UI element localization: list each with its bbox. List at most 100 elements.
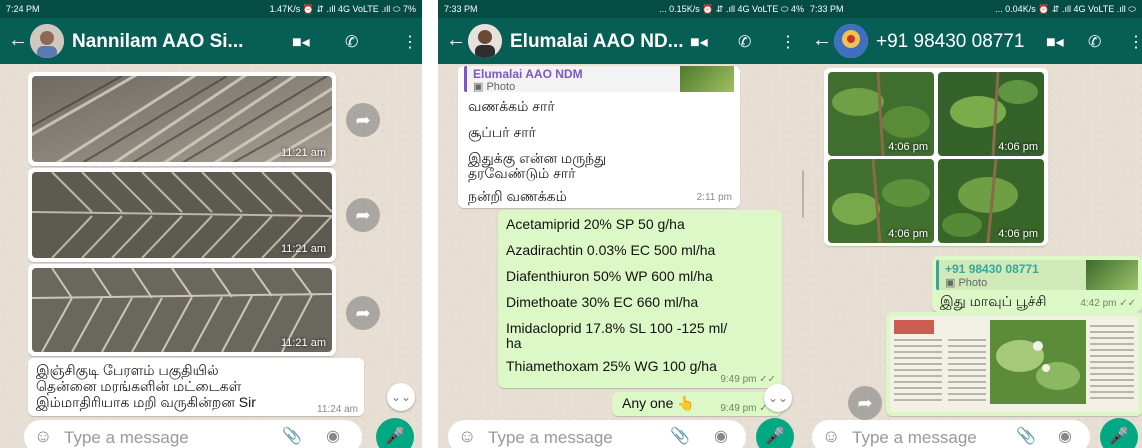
chat-header: ← +91 98430 08771 ■◂ ✆ ⋮ [804,18,1142,64]
phone-icon[interactable]: ✆ [1088,32,1101,52]
message-line: Any one 👆 [622,395,695,411]
attach-icon[interactable]: 📎 [282,426,302,446]
chat-header: ← Nannilam AAO Si... ■◂ ✆ ⋮ [0,18,422,64]
video-call-icon[interactable]: ■◂ [690,32,708,52]
text-message[interactable]: இஞ்சிகுடி பேரளம் பகுதியில் தென்னை மரங்கள… [28,358,364,416]
quoted-thumbnail [1086,260,1138,290]
quoted-thumbnail [680,66,734,92]
outgoing-message[interactable]: Acetamiprid 20% SP 50 g/ha Azadirachtin … [498,210,782,388]
forward-icon[interactable]: ➦ [346,296,380,330]
message-line: வணக்கம் சார் [468,98,555,114]
photo-time: 11:21 am [280,243,326,255]
mic-icon[interactable]: 🎤 [1100,418,1138,448]
status-bar: 7:33 PM ... 0.15K/s ⏰ ⇵ .ıll 4G VoLTE ⬭ … [438,0,810,18]
status-network: 1.47K/s ⏰ ⇵ .ıll 4G VoLTE .ıll ⬭ 7% [269,4,416,14]
message-placeholder: Type a message [852,428,977,447]
chat-title[interactable]: Elumalai AAO ND... [510,31,684,53]
quoted-photo-label: ▣ Photo [945,277,988,289]
emoji-icon[interactable]: ☺ [822,426,840,447]
avatar[interactable] [834,24,868,58]
chat-header: ← Elumalai AAO ND... ■◂ ✆ ⋮ [438,18,810,64]
forward-icon[interactable]: ➦ [346,198,380,232]
chat-panel-phone-contact: 7:33 PM ... 0.04K/s ⏰ ⇵ .ıll 4G VoLTE .ı… [804,0,1142,448]
message-time: 11:24 am [317,404,358,415]
mic-icon[interactable]: 🎤 [756,418,794,448]
photo-message[interactable]: 11:21 am [28,72,336,166]
message-input[interactable]: ☺ Type a message 📎 ◉ [24,420,362,448]
chat-title[interactable]: +91 98430 08771 [876,31,1024,53]
message-line: சூப்பர் சார் [468,124,536,140]
message-line: ha [506,335,522,351]
message-line: இது மாவுப் பூச்சி [940,293,1047,309]
photo-plant[interactable]: 4:06 pm [828,72,934,156]
emoji-icon[interactable]: ☺ [34,426,52,447]
attach-icon[interactable]: 📎 [1016,426,1036,446]
photo-time: 4:06 pm [888,141,928,153]
message-line: Imidacloprid 17.8% SL 100 -125 ml/ [506,320,728,336]
quoted-photo-label: ▣ Photo [473,81,516,93]
message-line: Thiamethoxam 25% WG 100 g/ha [506,358,717,374]
avatar[interactable] [468,24,502,58]
photo-message[interactable]: 11:21 am [28,168,336,262]
outgoing-message[interactable]: Any one 👆 9:49 pm ✓✓ [612,392,782,416]
status-time: 7:33 PM [444,4,478,14]
video-call-icon[interactable]: ■◂ [292,32,310,52]
more-vert-icon[interactable]: ⋮ [1128,32,1142,52]
photo-grid-message[interactable]: 4:06 pm 4:06 pm 4:06 pm 4:06 pm [824,68,1048,246]
scroll-down-icon[interactable]: ⌄⌄ [387,383,415,411]
status-bar: 7:24 PM 1.47K/s ⏰ ⇵ .ıll 4G VoLTE .ıll ⬭… [0,0,422,18]
back-arrow-icon[interactable]: ← [446,28,466,52]
quoted-sender: +91 98430 08771 [945,262,1039,276]
message-line: Acetamiprid 20% SP 50 g/ha [506,216,685,232]
quoted-message[interactable]: +91 98430 08771 ▣ Photo [936,260,1138,290]
photo-plant[interactable]: 4:06 pm [828,159,934,243]
photo-palm-frond[interactable]: 11:21 am [32,268,332,352]
quoted-message[interactable]: Elumalai AAO NDM ▣ Photo [464,66,734,93]
status-time: 7:33 PM [810,4,844,14]
forward-icon[interactable]: ➦ [346,103,380,137]
photo-time: 11:21 am [280,147,326,159]
outgoing-message[interactable]: +91 98430 08771 ▣ Photo இது மாவுப் பூச்ச… [932,256,1142,312]
chat-panel-nannilam: 7:24 PM 1.47K/s ⏰ ⇵ .ıll 4G VoLTE .ıll ⬭… [0,0,422,448]
camera-icon[interactable]: ◉ [326,426,340,446]
photo-palm-frond[interactable]: 11:21 am [32,172,332,258]
phone-icon[interactable]: ✆ [738,32,751,52]
message-line: Dimethoate 30% EC 660 ml/ha [506,294,699,310]
message-line: நன்றி வணக்கம் [468,188,567,204]
photo-newspaper-clipping[interactable] [890,316,1138,412]
emoji-icon[interactable]: ☺ [458,426,476,447]
text-message[interactable]: Elumalai AAO NDM ▣ Photo வணக்கம் சார் சூ… [458,66,740,208]
message-placeholder: Type a message [488,428,613,447]
scroll-down-icon[interactable]: ⌄⌄ [764,384,792,412]
photo-time: 11:21 am [280,337,326,349]
back-arrow-icon[interactable]: ← [8,28,28,52]
message-input[interactable]: ☺ Type a message 📎 ◉ [448,420,746,448]
back-arrow-icon[interactable]: ← [812,28,832,52]
photo-plant[interactable]: 4:06 pm [938,72,1044,156]
camera-icon[interactable]: ◉ [1058,426,1072,446]
photo-plant[interactable]: 4:06 pm [938,159,1044,243]
forward-icon[interactable]: ➦ [848,386,882,420]
message-line: தரவேண்டும் சார் [468,165,576,181]
status-bar: 7:33 PM ... 0.04K/s ⏰ ⇵ .ıll 4G VoLTE .ı… [804,0,1142,18]
message-input[interactable]: ☺ Type a message 📎 ◉ [812,420,1090,448]
message-line: Diafenthiuron 50% WP 600 ml/ha [506,268,713,284]
message-time: 9:49 pm ✓✓ [720,374,776,385]
photo-message[interactable] [886,312,1142,416]
message-placeholder: Type a message [64,428,189,447]
more-vert-icon[interactable]: ⋮ [402,32,418,52]
mic-icon[interactable]: 🎤 [376,418,414,448]
attach-icon[interactable]: 📎 [670,426,690,446]
video-call-icon[interactable]: ■◂ [1046,32,1064,52]
photo-message[interactable]: 11:21 am [28,264,336,356]
more-vert-icon[interactable]: ⋮ [780,32,796,52]
status-network: ... 0.15K/s ⏰ ⇵ .ıll 4G VoLTE ⬭ 4% [659,4,804,14]
photo-time: 4:06 pm [888,228,928,240]
quoted-photo-text: Photo [486,81,516,93]
photo-palm-leaf[interactable]: 11:21 am [32,76,332,162]
message-line: இஞ்சிகுடி பேரளம் பகுதியில் [36,362,219,378]
camera-icon[interactable]: ◉ [714,426,728,446]
chat-title[interactable]: Nannilam AAO Si... [72,31,243,53]
phone-icon[interactable]: ✆ [345,32,358,52]
avatar[interactable] [30,24,64,58]
